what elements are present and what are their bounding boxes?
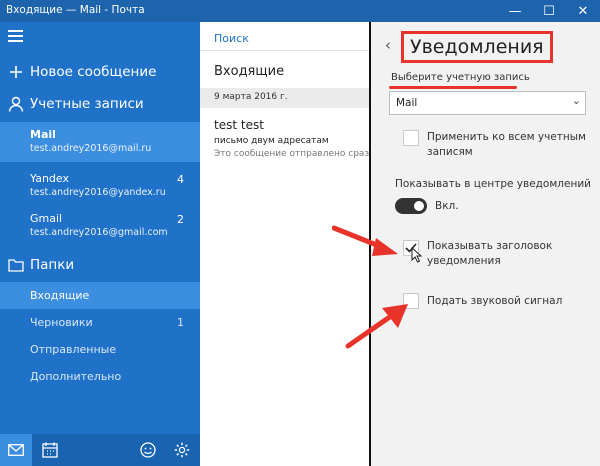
unread-count: 4 [177, 173, 184, 186]
account-email: test.andrey2016@yandex.ru [30, 187, 166, 198]
sound-label: Подать звуковой сигнал [427, 295, 563, 307]
annotation-arrow-icon [332, 225, 398, 256]
folder-count: 1 [177, 316, 184, 329]
accounts-label: Учетные записи [30, 96, 144, 112]
folder-name: Черновики [30, 316, 93, 329]
search-divider [200, 50, 370, 51]
settings-title: Уведомления [401, 31, 553, 63]
hamburger-menu-icon[interactable] [8, 30, 24, 44]
folder-item-more[interactable]: Дополнительно [0, 363, 200, 390]
notification-settings-pane: ‹ Уведомления Выберите учетную запись Ma… [371, 22, 600, 466]
folder-item-drafts[interactable]: Черновики 1 [0, 309, 200, 336]
apply-all-checkbox[interactable] [403, 130, 419, 146]
account-item-gmail[interactable]: Gmail test.andrey2016@gmail.com 2 [0, 206, 200, 246]
message-preview: Это сообщение отправлено сразу дв [214, 149, 370, 159]
title-bar: Входящие — Mail - Почта — ☐ ✕ [0, 0, 600, 22]
unread-count: 2 [177, 213, 184, 226]
account-name: Mail [30, 128, 56, 141]
account-name: Yandex [30, 172, 69, 185]
account-item-yandex[interactable]: Yandex test.andrey2016@yandex.ru 4 [0, 166, 200, 206]
sidebar: Новое сообщение Учетные записи Mail test… [0, 22, 200, 466]
show-in-center-label: Показывать в центре уведомлений [395, 178, 591, 190]
folders-button[interactable]: Папки [0, 253, 200, 277]
folder-name: Входящие [30, 289, 90, 302]
date-group-label: 9 марта 2016 г. [214, 92, 288, 102]
show-header-label: Показывать заголовок уведомления [427, 240, 553, 267]
message-sender: test test [214, 118, 264, 132]
account-dropdown-value: Mail [396, 97, 418, 109]
apply-all-label: Применить ко всем учетным записям [427, 131, 586, 158]
new-message-label: Новое сообщение [30, 64, 157, 80]
folder-icon [2, 258, 30, 272]
date-group-header: 9 марта 2016 г. [200, 88, 370, 108]
window-title: Входящие — Mail - Почта [6, 4, 145, 16]
toggle-state-label: Вкл. [435, 200, 459, 212]
account-item-mail[interactable]: Mail test.andrey2016@mail.ru [0, 122, 200, 162]
minimize-button[interactable]: — [498, 0, 532, 22]
account-email: test.andrey2016@gmail.com [30, 227, 168, 238]
message-subject: письмо двум адресатам [214, 136, 329, 146]
plus-icon [2, 65, 30, 79]
folder-name: Дополнительно [30, 370, 122, 383]
folder-item-inbox[interactable]: Входящие [0, 282, 200, 309]
folder-heading: Входящие [214, 64, 285, 79]
select-account-label: Выберите учетную запись [391, 72, 530, 83]
back-chevron-icon[interactable]: ‹ [385, 36, 391, 54]
account-name: Gmail [30, 212, 63, 225]
sidebar-bottom-bar [0, 434, 200, 466]
folders-label: Папки [30, 257, 75, 273]
calendar-icon[interactable] [34, 434, 66, 466]
folder-item-sent[interactable]: Отправленные [0, 336, 200, 363]
mail-icon[interactable] [0, 434, 32, 466]
maximize-button[interactable]: ☐ [532, 0, 566, 22]
search-link[interactable]: Поиск [214, 32, 249, 45]
new-message-button[interactable]: Новое сообщение [0, 60, 200, 84]
smiley-icon[interactable] [132, 434, 164, 466]
gear-icon[interactable] [166, 434, 198, 466]
annotation-arrow-icon [345, 304, 408, 349]
annotation-underline [389, 86, 517, 89]
folder-name: Отправленные [30, 343, 117, 356]
mouse-cursor-icon [411, 247, 423, 263]
account-dropdown[interactable]: Mail ⌄ [389, 91, 586, 115]
accounts-button[interactable]: Учетные записи [0, 92, 200, 116]
close-button[interactable]: ✕ [566, 0, 600, 22]
account-email: test.andrey2016@mail.ru [30, 143, 152, 154]
chevron-down-icon: ⌄ [571, 94, 581, 107]
notification-center-toggle[interactable] [395, 198, 427, 214]
person-icon [2, 96, 30, 112]
toggle-knob [414, 201, 424, 211]
